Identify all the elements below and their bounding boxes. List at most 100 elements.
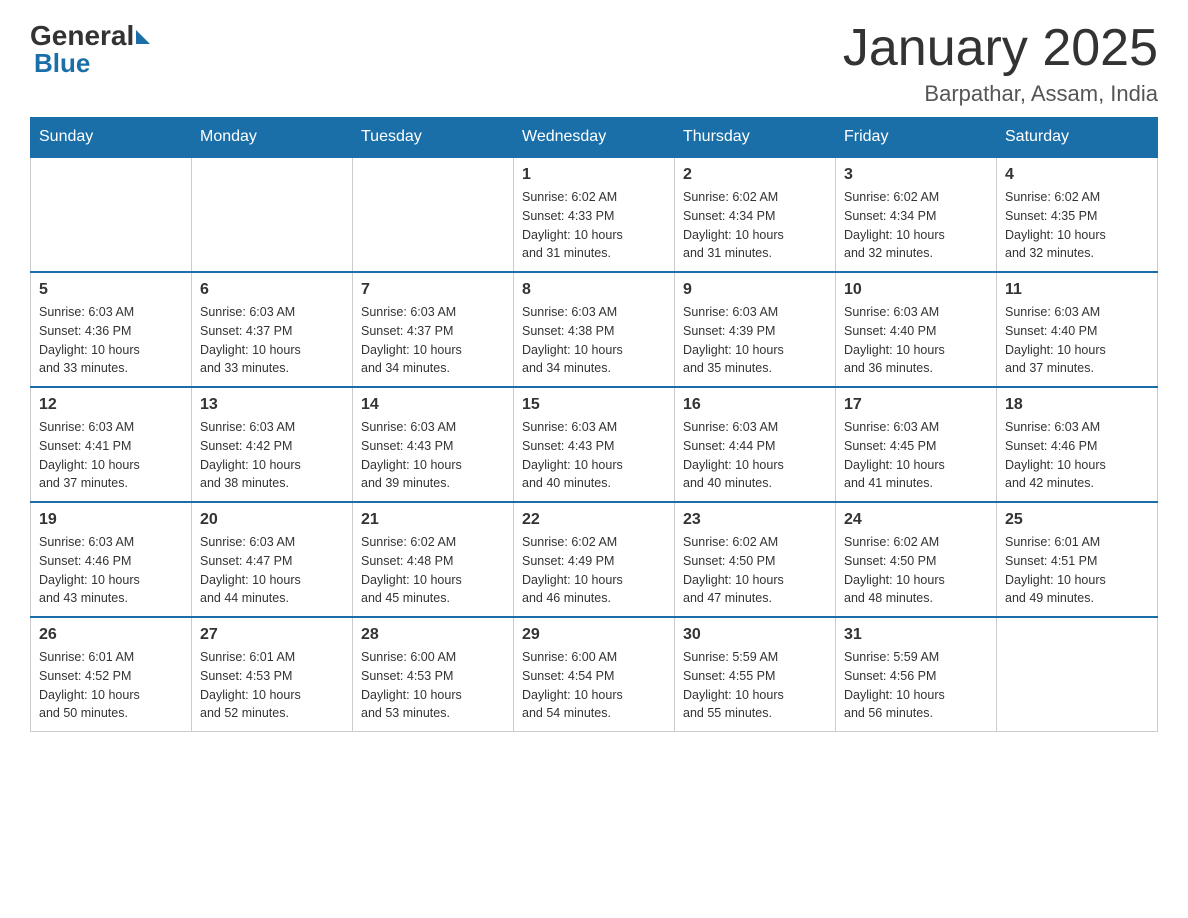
- day-number: 16: [683, 396, 827, 414]
- calendar-cell: 22 Sunrise: 6:02 AM Sunset: 4:49 PM Dayli…: [514, 502, 675, 617]
- day-number: 8: [522, 281, 666, 299]
- calendar-cell: 4 Sunrise: 6:02 AM Sunset: 4:35 PM Daylig…: [997, 157, 1158, 272]
- day-number: 12: [39, 396, 183, 414]
- calendar-cell: 31 Sunrise: 5:59 AM Sunset: 4:56 PM Dayli…: [836, 617, 997, 732]
- calendar-cell: 9Sunrise: 6:03 AM Sunset: 4:39 PM Daylig…: [675, 272, 836, 387]
- calendar-cell: 24 Sunrise: 6:02 AM Sunset: 4:50 PM Dayli…: [836, 502, 997, 617]
- day-info: Sunrise: 6:01 AM Sunset: 4:52 PM Dayligh…: [39, 648, 183, 723]
- calendar-week-row: 12 Sunrise: 6:03 AM Sunset: 4:41 PM Dayli…: [31, 387, 1158, 502]
- day-number: 17: [844, 396, 988, 414]
- title-block: January 2025 Barpathar, Assam, India: [843, 20, 1158, 107]
- day-info: Sunrise: 6:02 AM Sunset: 4:34 PM Dayligh…: [844, 188, 988, 263]
- calendar-cell: 17 Sunrise: 6:03 AM Sunset: 4:45 PM Dayli…: [836, 387, 997, 502]
- day-info: Sunrise: 6:03 AM Sunset: 4:46 PM Dayligh…: [39, 533, 183, 608]
- calendar-cell: 20 Sunrise: 6:03 AM Sunset: 4:47 PM Dayli…: [192, 502, 353, 617]
- day-info: Sunrise: 6:02 AM Sunset: 4:33 PM Dayligh…: [522, 188, 666, 263]
- calendar-cell: 25 Sunrise: 6:01 AM Sunset: 4:51 PM Dayli…: [997, 502, 1158, 617]
- day-number: 26: [39, 626, 183, 644]
- calendar-cell: 26 Sunrise: 6:01 AM Sunset: 4:52 PM Dayli…: [31, 617, 192, 732]
- day-info: Sunrise: 6:02 AM Sunset: 4:35 PM Dayligh…: [1005, 188, 1149, 263]
- day-number: 1: [522, 166, 666, 184]
- day-number: 27: [200, 626, 344, 644]
- calendar-header-row: SundayMondayTuesdayWednesdayThursdayFrid…: [31, 118, 1158, 158]
- calendar-table: SundayMondayTuesdayWednesdayThursdayFrid…: [30, 117, 1158, 732]
- day-info: Sunrise: 6:02 AM Sunset: 4:49 PM Dayligh…: [522, 533, 666, 608]
- calendar-cell: 6 Sunrise: 6:03 AM Sunset: 4:37 PM Daylig…: [192, 272, 353, 387]
- calendar-cell: 29 Sunrise: 6:00 AM Sunset: 4:54 PM Dayli…: [514, 617, 675, 732]
- day-number: 11: [1005, 281, 1149, 299]
- calendar-cell: 5 Sunrise: 6:03 AM Sunset: 4:36 PM Daylig…: [31, 272, 192, 387]
- calendar-cell: 8 Sunrise: 6:03 AM Sunset: 4:38 PM Daylig…: [514, 272, 675, 387]
- day-of-week-header: Thursday: [675, 118, 836, 158]
- page-header: General Blue January 2025 Barpathar, Ass…: [30, 20, 1158, 107]
- day-number: 4: [1005, 166, 1149, 184]
- logo-blue: Blue: [34, 48, 90, 79]
- day-info: Sunrise: 6:03 AM Sunset: 4:37 PM Dayligh…: [361, 303, 505, 378]
- day-info: Sunrise: 6:02 AM Sunset: 4:34 PM Dayligh…: [683, 188, 827, 263]
- calendar-cell: 13Sunrise: 6:03 AM Sunset: 4:42 PM Dayli…: [192, 387, 353, 502]
- day-number: 28: [361, 626, 505, 644]
- day-of-week-header: Friday: [836, 118, 997, 158]
- calendar-cell: 3 Sunrise: 6:02 AM Sunset: 4:34 PM Daylig…: [836, 157, 997, 272]
- day-number: 5: [39, 281, 183, 299]
- day-number: 31: [844, 626, 988, 644]
- calendar-week-row: 19 Sunrise: 6:03 AM Sunset: 4:46 PM Dayli…: [31, 502, 1158, 617]
- day-number: 19: [39, 511, 183, 529]
- day-of-week-header: Saturday: [997, 118, 1158, 158]
- day-info: Sunrise: 5:59 AM Sunset: 4:55 PM Dayligh…: [683, 648, 827, 723]
- location-title: Barpathar, Assam, India: [843, 81, 1158, 107]
- day-number: 6: [200, 281, 344, 299]
- calendar-cell: 10 Sunrise: 6:03 AM Sunset: 4:40 PM Dayli…: [836, 272, 997, 387]
- day-number: 13: [200, 396, 344, 414]
- day-number: 3: [844, 166, 988, 184]
- day-of-week-header: Monday: [192, 118, 353, 158]
- calendar-cell: 27 Sunrise: 6:01 AM Sunset: 4:53 PM Dayli…: [192, 617, 353, 732]
- calendar-cell: 21Sunrise: 6:02 AM Sunset: 4:48 PM Dayli…: [353, 502, 514, 617]
- day-number: 25: [1005, 511, 1149, 529]
- day-info: Sunrise: 6:02 AM Sunset: 4:50 PM Dayligh…: [683, 533, 827, 608]
- day-info: Sunrise: 6:00 AM Sunset: 4:54 PM Dayligh…: [522, 648, 666, 723]
- calendar-cell: 18Sunrise: 6:03 AM Sunset: 4:46 PM Dayli…: [997, 387, 1158, 502]
- day-info: Sunrise: 5:59 AM Sunset: 4:56 PM Dayligh…: [844, 648, 988, 723]
- day-info: Sunrise: 6:03 AM Sunset: 4:46 PM Dayligh…: [1005, 418, 1149, 493]
- day-info: Sunrise: 6:03 AM Sunset: 4:38 PM Dayligh…: [522, 303, 666, 378]
- day-number: 20: [200, 511, 344, 529]
- day-number: 14: [361, 396, 505, 414]
- day-info: Sunrise: 6:03 AM Sunset: 4:39 PM Dayligh…: [683, 303, 827, 378]
- day-info: Sunrise: 6:03 AM Sunset: 4:40 PM Dayligh…: [1005, 303, 1149, 378]
- calendar-cell: 28 Sunrise: 6:00 AM Sunset: 4:53 PM Dayli…: [353, 617, 514, 732]
- day-info: Sunrise: 6:03 AM Sunset: 4:41 PM Dayligh…: [39, 418, 183, 493]
- day-info: Sunrise: 6:01 AM Sunset: 4:53 PM Dayligh…: [200, 648, 344, 723]
- day-number: 2: [683, 166, 827, 184]
- calendar-cell: 11 Sunrise: 6:03 AM Sunset: 4:40 PM Dayli…: [997, 272, 1158, 387]
- day-number: 29: [522, 626, 666, 644]
- calendar-cell: 19 Sunrise: 6:03 AM Sunset: 4:46 PM Dayli…: [31, 502, 192, 617]
- day-info: Sunrise: 6:03 AM Sunset: 4:37 PM Dayligh…: [200, 303, 344, 378]
- calendar-cell: 12 Sunrise: 6:03 AM Sunset: 4:41 PM Dayli…: [31, 387, 192, 502]
- day-number: 23: [683, 511, 827, 529]
- day-info: Sunrise: 6:02 AM Sunset: 4:50 PM Dayligh…: [844, 533, 988, 608]
- day-info: Sunrise: 6:00 AM Sunset: 4:53 PM Dayligh…: [361, 648, 505, 723]
- logo: General Blue: [30, 20, 150, 79]
- day-info: Sunrise: 6:03 AM Sunset: 4:40 PM Dayligh…: [844, 303, 988, 378]
- month-title: January 2025: [843, 20, 1158, 77]
- day-number: 24: [844, 511, 988, 529]
- calendar-cell: 14Sunrise: 6:03 AM Sunset: 4:43 PM Dayli…: [353, 387, 514, 502]
- day-info: Sunrise: 6:03 AM Sunset: 4:36 PM Dayligh…: [39, 303, 183, 378]
- day-info: Sunrise: 6:03 AM Sunset: 4:45 PM Dayligh…: [844, 418, 988, 493]
- day-number: 21: [361, 511, 505, 529]
- calendar-cell: [997, 617, 1158, 732]
- calendar-cell: [31, 157, 192, 272]
- calendar-cell: [353, 157, 514, 272]
- day-info: Sunrise: 6:01 AM Sunset: 4:51 PM Dayligh…: [1005, 533, 1149, 608]
- calendar-week-row: 1 Sunrise: 6:02 AM Sunset: 4:33 PM Daylig…: [31, 157, 1158, 272]
- calendar-cell: 7Sunrise: 6:03 AM Sunset: 4:37 PM Daylig…: [353, 272, 514, 387]
- day-number: 10: [844, 281, 988, 299]
- day-of-week-header: Sunday: [31, 118, 192, 158]
- calendar-cell: 15Sunrise: 6:03 AM Sunset: 4:43 PM Dayli…: [514, 387, 675, 502]
- calendar-cell: 1 Sunrise: 6:02 AM Sunset: 4:33 PM Daylig…: [514, 157, 675, 272]
- day-of-week-header: Tuesday: [353, 118, 514, 158]
- day-number: 30: [683, 626, 827, 644]
- day-info: Sunrise: 6:03 AM Sunset: 4:47 PM Dayligh…: [200, 533, 344, 608]
- day-number: 22: [522, 511, 666, 529]
